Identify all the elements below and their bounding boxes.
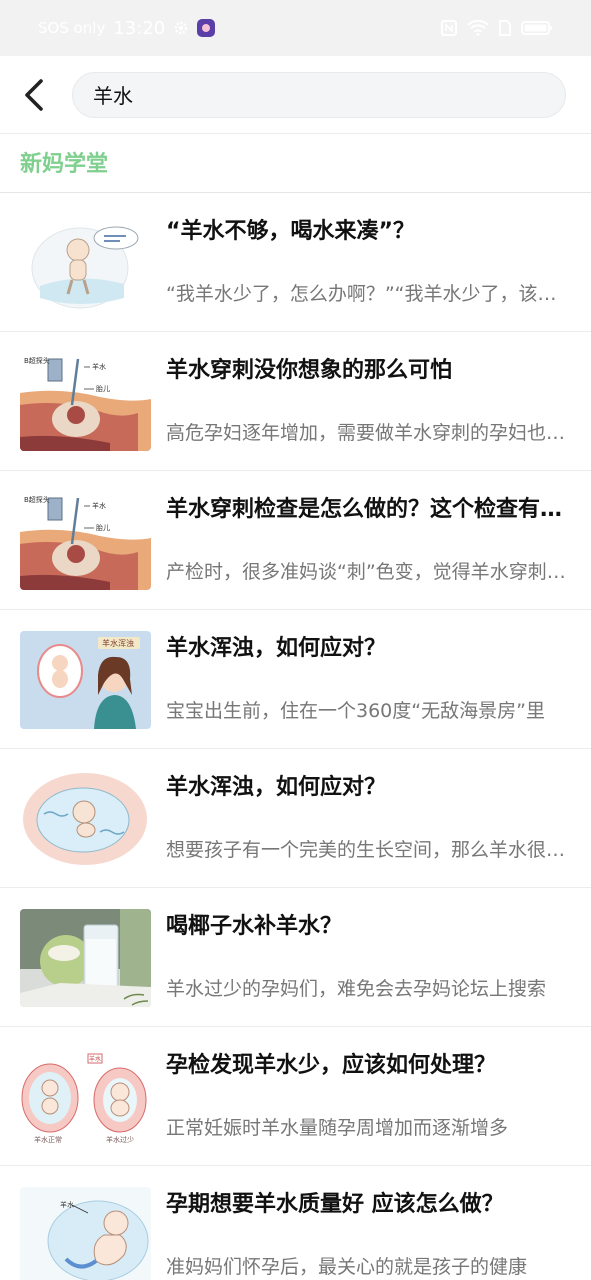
- article-item[interactable]: B超探头 羊水 胎儿 羊水穿刺没你想象的那么可怕 高危孕妇逐年增加，需要做羊水穿…: [0, 332, 591, 471]
- search-header: 羊水: [0, 56, 591, 134]
- thumb-label: 羊水: [89, 1055, 101, 1063]
- gear-icon: [175, 21, 188, 35]
- article-item[interactable]: 羊水浑浊，如何应对？ 想要孩子有一个完美的生长空间，那么羊水很重要: [0, 749, 591, 888]
- carrier-text: SOS only: [38, 19, 106, 37]
- article-summary: 正常妊娠时羊水量随孕周增加而逐渐增多: [166, 1117, 509, 1139]
- article-thumbnail: B超探头 羊水 胎儿: [20, 492, 151, 590]
- article-item[interactable]: 喝椰子水补羊水？ 羊水过少的孕妈们，难免会去孕妈论坛上搜索: [0, 888, 591, 1027]
- thumb-label: B超探头: [24, 495, 50, 504]
- article-title: 羊水穿刺检查是怎么做的？这个检查有什么风险？: [166, 497, 574, 522]
- article-summary: 产检时，很多准妈谈“刺”色变，觉得羊水穿刺很可怕: [166, 561, 574, 583]
- app-icon: [197, 19, 216, 37]
- article-title: 羊水浑浊，如何应对？: [166, 775, 387, 800]
- article-item[interactable]: 羊水浑浊 羊水浑浊，如何应对？ 宝宝出生前，住在一个360度“无敌海景房”里: [0, 610, 591, 749]
- sim-icon: [499, 20, 511, 36]
- article-summary: 想要孩子有一个完美的生长空间，那么羊水很重要: [166, 839, 574, 861]
- article-title: 羊水浑浊，如何应对？: [166, 636, 387, 661]
- wifi-icon: [467, 20, 489, 36]
- article-summary: 高危孕妇逐年增加，需要做羊水穿刺的孕妇也越来越多: [166, 422, 574, 444]
- thumb-label: 羊水浑浊: [102, 638, 134, 648]
- search-query-text: 羊水: [93, 84, 133, 108]
- article-list: “羊水不够，喝水来凑”？ “我羊水少了，怎么办啊？”“我羊水少了，该怎么办？” …: [0, 193, 591, 1280]
- back-button[interactable]: [2, 56, 66, 134]
- article-summary: “我羊水少了，怎么办啊？”“我羊水少了，该怎么办？”: [166, 283, 574, 305]
- article-title: 羊水穿刺没你想象的那么可怕: [166, 358, 453, 383]
- article-item[interactable]: B超探头 羊水 胎儿 羊水穿刺检查是怎么做的？这个检查有什么风险？ 产检时，很多…: [0, 471, 591, 610]
- thumb-label: B超探头: [24, 356, 50, 365]
- thumb-label: 羊水过少: [106, 1135, 134, 1144]
- article-summary: 宝宝出生前，住在一个360度“无敌海景房”里: [166, 700, 545, 722]
- article-title: 孕期想要羊水质量好 应该怎么做？: [166, 1192, 504, 1217]
- article-title: 喝椰子水补羊水？: [166, 914, 343, 939]
- chevron-left-icon: [25, 78, 43, 111]
- article-item[interactable]: “羊水不够，喝水来凑”？ “我羊水少了，怎么办啊？”“我羊水少了，该怎么办？”: [0, 193, 591, 332]
- clock: 13:20: [113, 17, 166, 39]
- article-thumbnail: B超探头 羊水 胎儿: [20, 353, 151, 451]
- battery-icon: [521, 21, 552, 35]
- article-thumbnail: 羊水 羊水正常 羊水过少: [20, 1048, 151, 1146]
- article-thumbnail: [20, 770, 151, 868]
- thumb-label: 羊水: [60, 1200, 74, 1209]
- nfc-icon: [441, 20, 457, 36]
- thumb-label: 胎儿: [96, 523, 110, 532]
- article-title: “羊水不够，喝水来凑”？: [166, 219, 415, 244]
- thumb-label: 羊水正常: [34, 1135, 62, 1144]
- article-summary: 羊水过少的孕妈们，难免会去孕妈论坛上搜索: [166, 978, 547, 1000]
- article-thumbnail: 羊水: [20, 1187, 151, 1280]
- article-item[interactable]: 羊水 羊水正常 羊水过少 孕检发现羊水少，应该如何处理？ 正常妊娠时羊水量随孕周…: [0, 1027, 591, 1166]
- status-bar: SOS only 13:20: [0, 0, 591, 56]
- article-thumbnail: 羊水浑浊: [20, 631, 151, 729]
- article-thumbnail: [20, 909, 151, 1007]
- article-thumbnail: [20, 214, 151, 312]
- thumb-label: 胎儿: [96, 384, 110, 393]
- thumb-label: 羊水: [92, 362, 106, 371]
- article-title: 孕检发现羊水少，应该如何处理？: [166, 1053, 497, 1078]
- search-input[interactable]: 羊水: [72, 71, 566, 118]
- article-item[interactable]: 羊水 孕期想要羊水质量好 应该怎么做？ 准妈妈们怀孕后，最关心的就是孩子的健康: [0, 1166, 591, 1280]
- article-summary: 准妈妈们怀孕后，最关心的就是孩子的健康: [166, 1256, 528, 1278]
- section-title: 新妈学堂: [20, 152, 109, 177]
- thumb-label: 羊水: [92, 501, 106, 510]
